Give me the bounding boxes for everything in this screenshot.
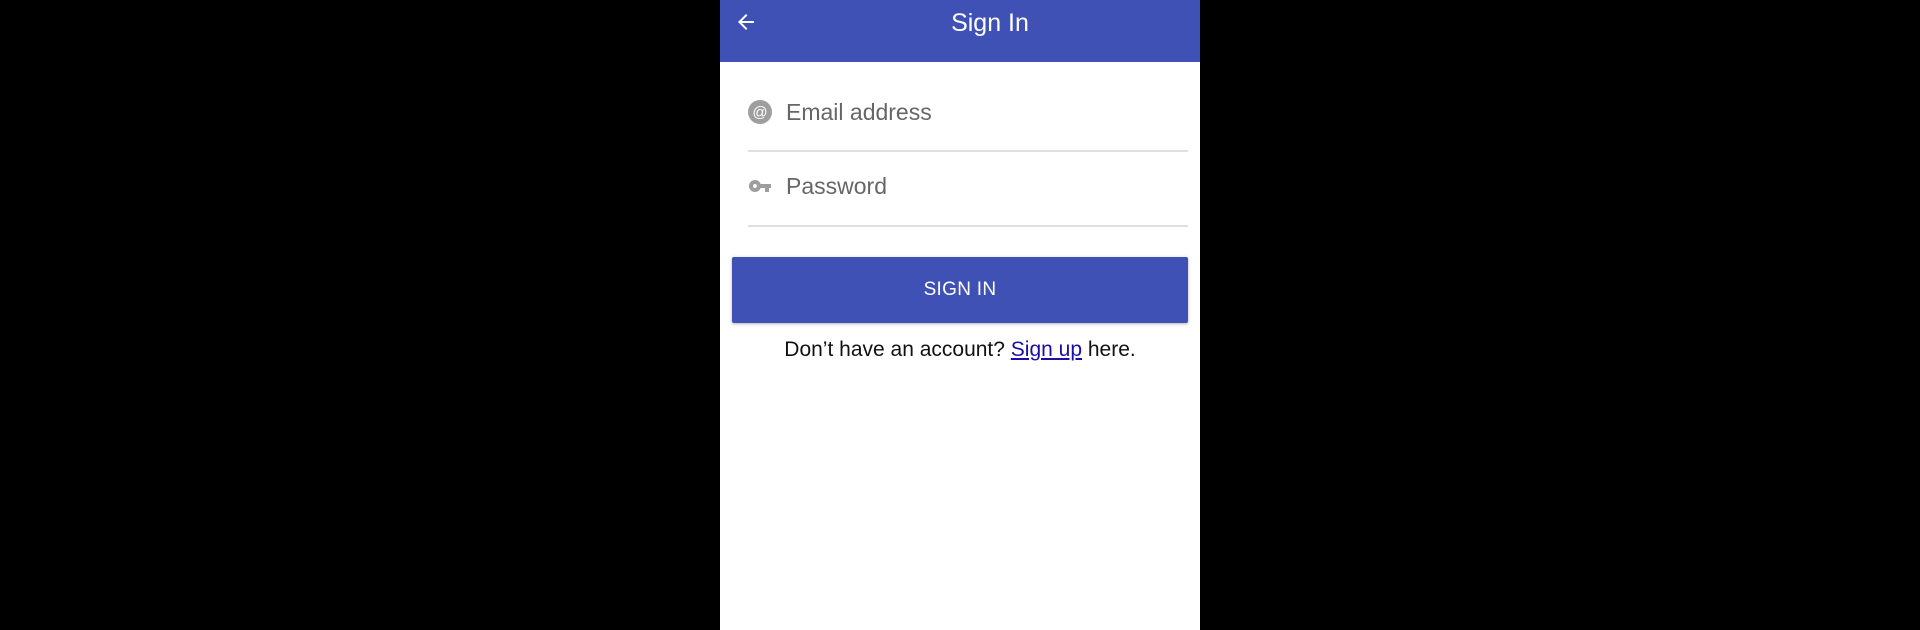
page-title: Sign In [951, 9, 1029, 37]
signup-prompt: Don’t have an account? Sign up here. [720, 338, 1200, 362]
signup-suffix: here. [1082, 338, 1136, 361]
sign-in-button[interactable]: SIGN IN [732, 257, 1188, 323]
email-field: @ [748, 78, 1188, 152]
email-input[interactable] [786, 92, 1176, 132]
signup-prefix: Don’t have an account? [784, 338, 1011, 361]
at-sign-icon: @ [748, 100, 772, 124]
svg-text:@: @ [752, 104, 767, 121]
password-field [748, 152, 1188, 227]
password-input[interactable] [786, 166, 1176, 206]
sign-up-link[interactable]: Sign up [1011, 338, 1082, 361]
app-bar: Sign In [720, 0, 1200, 62]
phone-screen: Sign In @ SIGN IN Don’t have an account?… [720, 0, 1200, 630]
key-icon [749, 180, 771, 192]
